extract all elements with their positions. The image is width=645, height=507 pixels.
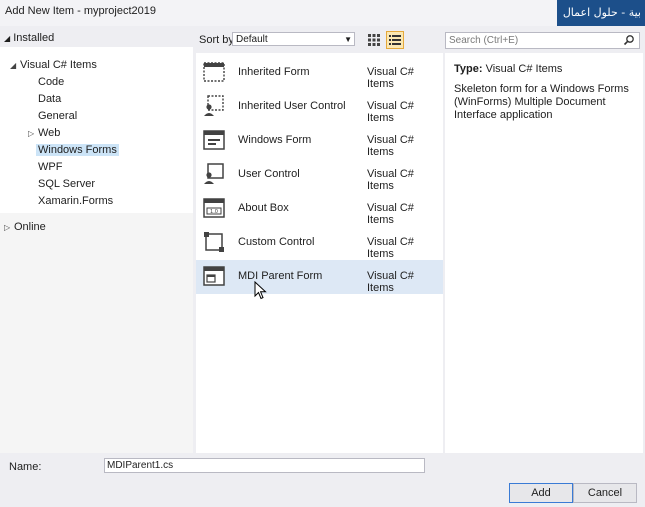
sort-value: Default — [236, 34, 268, 45]
search-placeholder: Search (Ctrl+E) — [449, 35, 519, 46]
tree-item-sql-server[interactable]: SQL Server — [38, 176, 95, 192]
tree-item-wpf[interactable]: WPF — [38, 159, 62, 175]
chevron-down-icon: ▼ — [344, 35, 352, 44]
mdi-parent-form-icon — [203, 266, 225, 286]
template-description: Skeleton form for a Windows Forms (WinFo… — [454, 83, 629, 121]
user-control-icon — [204, 163, 224, 184]
inherited-user-control-icon — [204, 95, 224, 116]
search-icon — [622, 34, 636, 49]
collapsed-arrow-icon: ▷ — [28, 129, 35, 138]
tree-item-web[interactable]: ▷ Web — [28, 125, 60, 141]
template-item-inherited-form[interactable]: Inherited Form Visual C# Items — [196, 56, 443, 90]
template-item-mdi-parent-form[interactable]: MDI Parent Form Visual C# Items — [196, 260, 443, 294]
tree-container: ◢ Installed ◢ Visual C# Items Code Data G… — [0, 29, 193, 213]
collapse-arrow-icon: ◢ — [4, 34, 11, 43]
inherited-form-icon — [203, 62, 225, 82]
expanded-arrow-icon: ◢ — [10, 61, 17, 70]
details-panel: Type: Visual C# Items Skeleton form for … — [445, 53, 643, 453]
type-row: Type: Visual C# Items — [454, 63, 562, 75]
window-title: Add New Item - myproject2019 — [5, 5, 157, 17]
template-item-custom-control[interactable]: Custom Control Visual C# Items — [196, 226, 443, 260]
list-view-button[interactable] — [386, 31, 404, 49]
template-item-inherited-user-control[interactable]: Inherited User Control Visual C# Items — [196, 90, 443, 124]
cancel-button[interactable]: Cancel — [573, 483, 637, 503]
tree-item-general[interactable]: General — [38, 108, 77, 124]
sort-dropdown[interactable]: Default ▼ — [232, 32, 355, 46]
grid-view-icon — [368, 34, 380, 46]
template-item-user-control[interactable]: User Control Visual C# Items — [196, 158, 443, 192]
collapsed-arrow-icon: ▷ — [4, 223, 11, 232]
template-item-windows-form[interactable]: Windows Form Visual C# Items — [196, 124, 443, 158]
tree-item-xamarin-forms[interactable]: Xamarin.Forms — [38, 193, 113, 209]
overlay-banner: بية - حلول اعمال — [557, 0, 645, 26]
add-button[interactable]: Add — [509, 483, 573, 503]
title-bar: Add New Item - myproject2019 بية - حلول … — [0, 0, 645, 26]
tree-item-data[interactable]: Data — [38, 91, 61, 107]
tree-item-windows-forms[interactable]: Windows Forms — [36, 142, 119, 158]
tree-item-code[interactable]: Code — [38, 74, 64, 90]
template-tree-panel: ◢ Installed ◢ Visual C# Items Code Data G… — [0, 29, 193, 453]
svg-text:1.0: 1.0 — [210, 209, 218, 215]
grid-view-button[interactable] — [365, 31, 383, 49]
custom-control-icon — [204, 232, 224, 252]
search-input[interactable]: Search (Ctrl+E) — [445, 32, 640, 49]
footer: Name: MDIParent1.cs Add Cancel — [0, 453, 645, 507]
sort-toolbar: Sort by: Default ▼ — [194, 29, 443, 51]
list-view-icon — [389, 35, 401, 45]
type-label: Type: — [454, 63, 483, 75]
about-box-icon: 1.0 — [203, 198, 225, 218]
windows-form-icon — [203, 130, 225, 150]
type-value: Visual C# Items — [485, 63, 563, 75]
mouse-cursor-icon — [254, 281, 267, 300]
installed-label: Installed — [13, 32, 55, 44]
tree-item-visual-csharp-items[interactable]: ◢ Visual C# Items — [10, 57, 97, 73]
tree-item-online[interactable]: ▷ Online — [4, 219, 46, 235]
installed-header[interactable]: ◢ Installed — [0, 29, 193, 47]
template-list: Inherited Form Visual C# Items Inherited… — [196, 53, 443, 453]
name-label: Name: — [9, 461, 42, 473]
name-field[interactable]: MDIParent1.cs — [104, 458, 425, 473]
template-item-about-box[interactable]: 1.0 About Box Visual C# Items — [196, 192, 443, 226]
